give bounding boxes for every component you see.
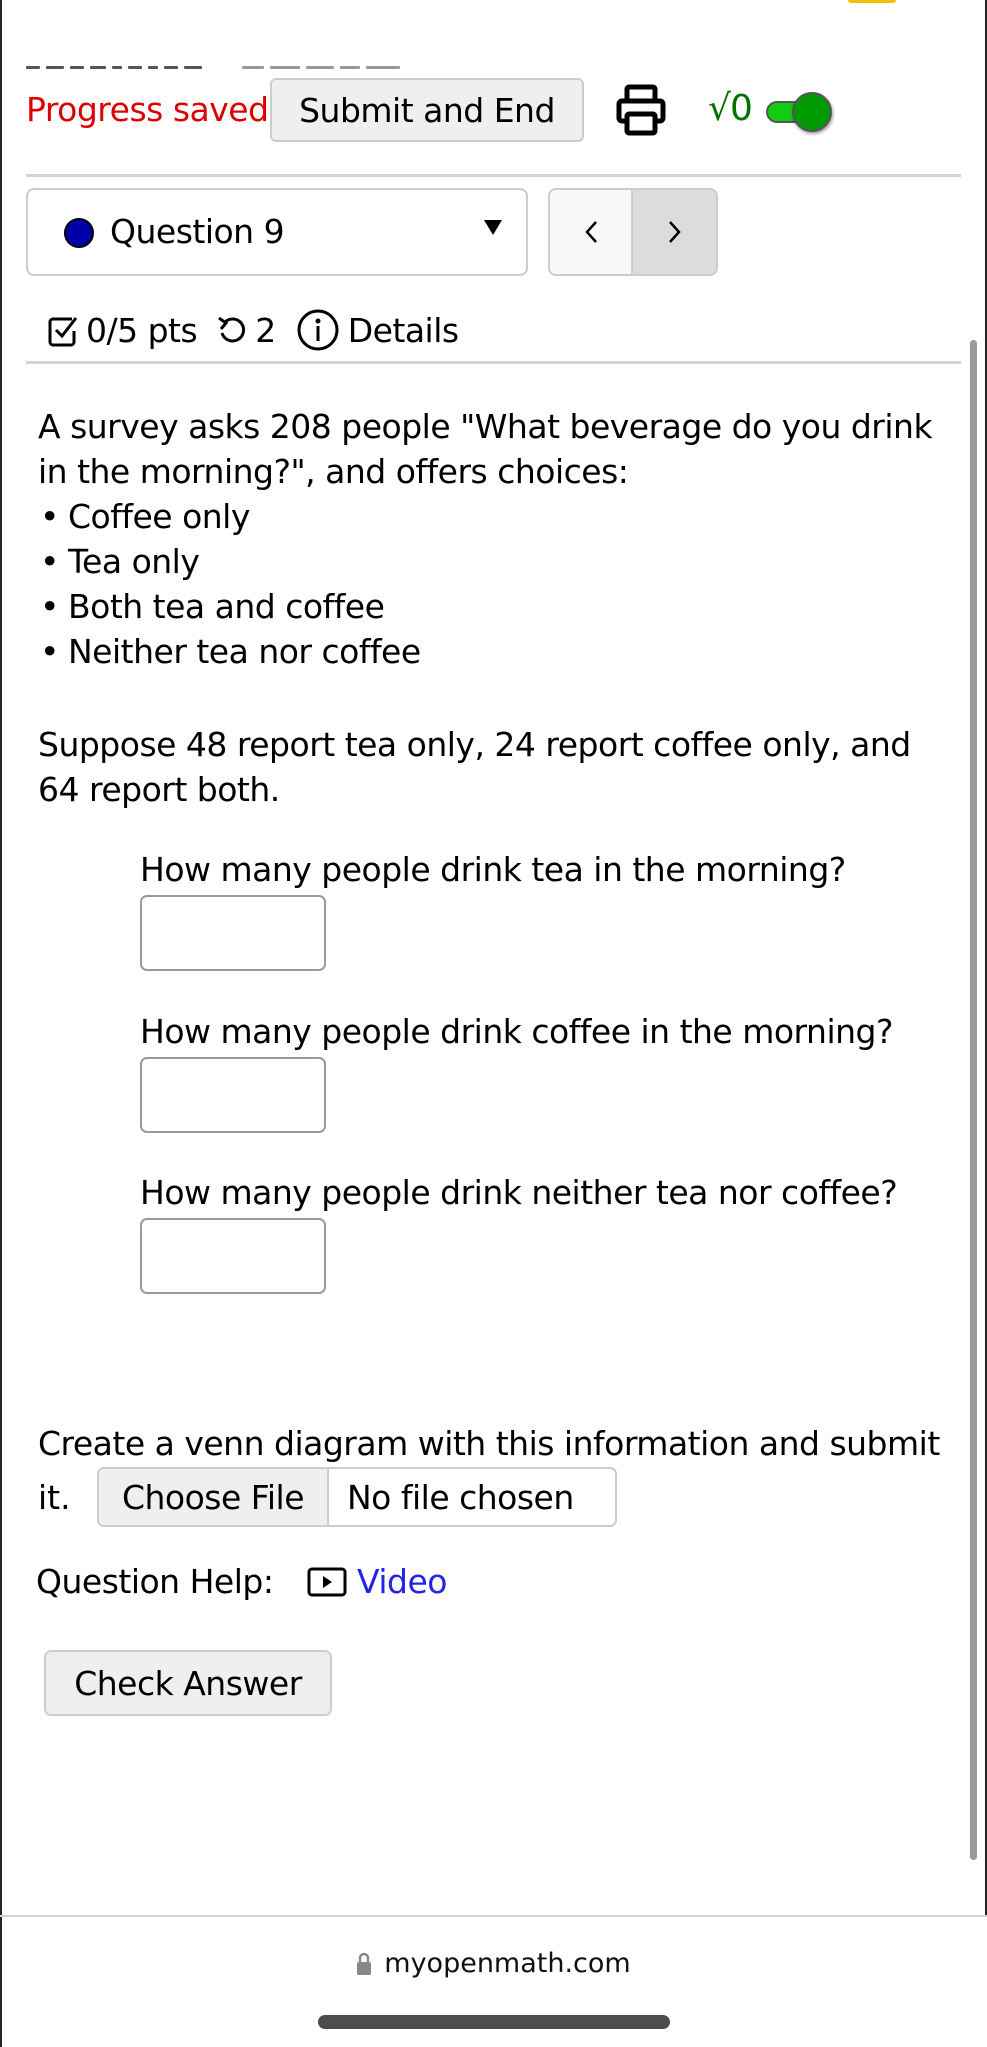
submit-and-end-button[interactable]: Submit and End	[270, 78, 584, 142]
home-indicator[interactable]	[318, 2015, 670, 2029]
points-value: 0/5 pts	[86, 310, 198, 350]
answer-input-coffee[interactable]	[140, 1057, 326, 1133]
question-help-label: Question Help:	[36, 1562, 274, 1601]
check-answer-button[interactable]: Check Answer	[44, 1650, 332, 1716]
file-upload-input[interactable]: Choose File No file chosen	[97, 1467, 617, 1527]
question-select-label: Question 9	[110, 212, 285, 251]
chevron-right-icon	[668, 221, 681, 243]
math-display-label: √0	[708, 88, 753, 129]
answer-input-tea[interactable]	[140, 895, 326, 971]
checkbox-score-icon	[48, 317, 78, 347]
part-1-prompt: How many people drink tea in the morning…	[140, 850, 846, 889]
retries-count: 2	[255, 310, 276, 350]
url-domain: myopenmath.com	[384, 1948, 631, 1979]
dropdown-caret-icon	[484, 220, 502, 235]
video-help-link[interactable]: Video	[357, 1562, 447, 1601]
window-border-left	[0, 0, 2, 2047]
previous-question-button[interactable]	[550, 190, 633, 274]
printer-icon[interactable]	[616, 84, 666, 136]
question-intro: A survey asks 208 people "What beverage …	[38, 407, 933, 491]
divider	[26, 361, 961, 364]
question-given: Suppose 48 report tea only, 24 report co…	[38, 725, 911, 809]
part-3-prompt: How many people drink neither tea nor co…	[140, 1173, 898, 1212]
info-icon[interactable]	[296, 308, 340, 352]
choice-item: Neither tea nor coffee	[38, 629, 421, 674]
question-status-dot	[64, 218, 94, 248]
retry-icon	[218, 316, 246, 343]
details-link[interactable]: Details	[348, 311, 459, 350]
clipped-badge	[848, 0, 896, 3]
question-meta: 0/5 pts 2 Details	[48, 300, 459, 360]
browser-divider	[0, 1915, 987, 1917]
lock-icon	[357, 1952, 372, 1975]
vertical-scrollbar[interactable]	[970, 340, 977, 1860]
part-2-prompt: How many people drink coffee in the morn…	[140, 1012, 894, 1051]
upload-instructions: Create a venn diagram with this informat…	[38, 1424, 940, 1463]
clipped-score-text	[26, 54, 536, 69]
choice-list: Coffee only Tea only Both tea and coffee…	[38, 494, 421, 674]
browser-url-bar[interactable]: myopenmath.com	[0, 1948, 987, 1979]
chevron-left-icon	[584, 221, 597, 243]
question-select[interactable]: Question 9	[26, 188, 528, 276]
question-nav-buttons	[548, 188, 718, 276]
upload-instructions-end: it.	[38, 1478, 71, 1517]
divider	[26, 174, 961, 177]
choice-item: Both tea and coffee	[38, 584, 421, 629]
file-status: No file chosen	[347, 1477, 574, 1517]
answer-input-neither[interactable]	[140, 1218, 326, 1294]
progress-status: Progress saved	[26, 90, 269, 129]
choose-file-button[interactable]: Choose File	[99, 1469, 329, 1525]
video-play-icon	[307, 1567, 347, 1597]
toggle-knob	[792, 92, 832, 132]
choice-item: Tea only	[38, 539, 421, 584]
choice-item: Coffee only	[38, 494, 421, 539]
next-question-button[interactable]	[633, 190, 716, 274]
math-display-toggle[interactable]	[766, 92, 834, 132]
